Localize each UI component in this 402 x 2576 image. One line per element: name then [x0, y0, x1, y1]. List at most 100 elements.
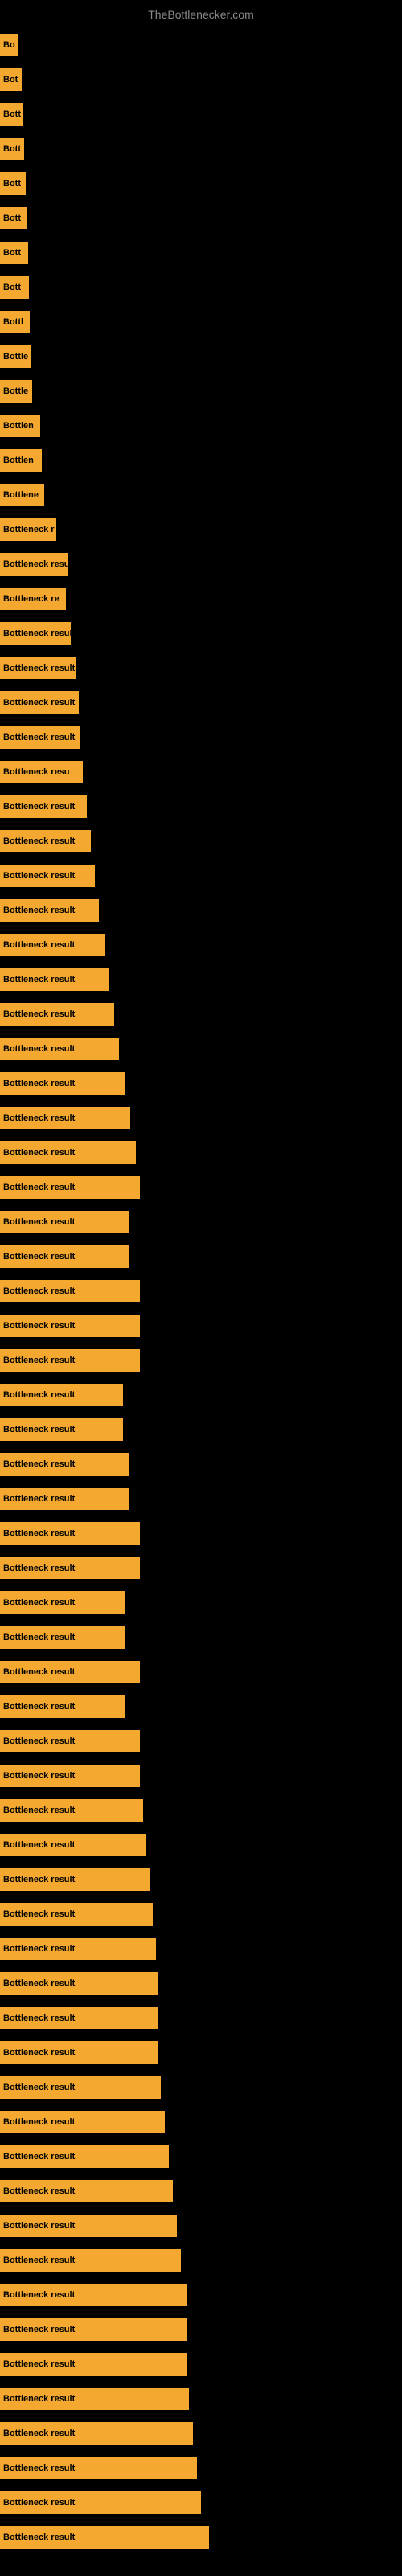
- bar-row: Bottleneck result: [0, 1626, 125, 1649]
- bar-row: Bottleneck result: [0, 2076, 161, 2099]
- bar-row: Bott: [0, 138, 24, 160]
- bar: Bottleneck result: [0, 2318, 187, 2341]
- bar: Bottleneck result: [0, 1315, 140, 1337]
- bar-row: Bottleneck result: [0, 1488, 129, 1510]
- bar: Bottleneck result: [0, 1280, 140, 1302]
- bar-row: Bottleneck result: [0, 2041, 158, 2064]
- bar: Bottleneck result: [0, 865, 95, 887]
- bar: Bottleneck result: [0, 1384, 123, 1406]
- bar-row: Bottleneck result: [0, 1903, 153, 1926]
- bar-row: Bottleneck result: [0, 1072, 125, 1095]
- bar: Bottleneck result: [0, 2422, 193, 2445]
- bar-row: Bottleneck result: [0, 2491, 201, 2514]
- bar: Bottleneck result: [0, 1211, 129, 1233]
- bar: Bottleneck result: [0, 934, 105, 956]
- bar-row: Bottleneck result: [0, 622, 71, 645]
- bar-row: Bottleneck result: [0, 1280, 140, 1302]
- bar-row: Bottleneck result: [0, 2318, 187, 2341]
- bar-row: Bottlen: [0, 415, 40, 437]
- bar-row: Bottleneck result: [0, 2526, 209, 2549]
- bar: Bottleneck result: [0, 1072, 125, 1095]
- bar-row: Bottleneck result: [0, 1522, 140, 1545]
- bar: Bottleneck result: [0, 691, 79, 714]
- bar: Bottleneck result: [0, 2007, 158, 2029]
- bar-row: Bottleneck result: [0, 726, 80, 749]
- bar: Bottleneck result: [0, 726, 80, 749]
- bar-row: Bottle: [0, 380, 32, 402]
- bar-row: Bottl: [0, 311, 30, 333]
- bar-row: Bottleneck result: [0, 2145, 169, 2168]
- bar: Bottleneck result: [0, 1868, 150, 1891]
- bar-row: Bottleneck result: [0, 1038, 119, 1060]
- bar: Bottleneck result: [0, 899, 99, 922]
- bar: Bott: [0, 103, 23, 126]
- bar-row: Bottleneck result: [0, 1176, 140, 1199]
- bar: Bottleneck result: [0, 1453, 129, 1476]
- bar-row: Bottleneck result: [0, 1868, 150, 1891]
- bar: Bottleneck result: [0, 1903, 153, 1926]
- bar-row: Bottleneck result: [0, 2111, 165, 2133]
- bar: Bottleneck result: [0, 1972, 158, 1995]
- bar-row: Bottleneck result: [0, 1453, 129, 1476]
- bar: Bottleneck result: [0, 2145, 169, 2168]
- bar-row: Bottlen: [0, 449, 42, 472]
- bar-row: Bottleneck result: [0, 1695, 125, 1718]
- bar: Bottleneck result: [0, 1834, 146, 1856]
- bar: Bottle: [0, 345, 31, 368]
- chart-container: BoBotBottBottBottBottBottBottBottlBottle…: [0, 16, 402, 2576]
- bar: Bottle: [0, 380, 32, 402]
- bar-row: Bottleneck result: [0, 2457, 197, 2479]
- bar: Bottleneck result: [0, 2526, 209, 2549]
- bar: Bottleneck result: [0, 1557, 140, 1579]
- bar: Bottleneck result: [0, 1695, 125, 1718]
- bar-row: Bottleneck result: [0, 1245, 129, 1268]
- bar: Bottlene: [0, 484, 44, 506]
- bar-row: Bottleneck result: [0, 865, 95, 887]
- bar-row: Bottleneck result: [0, 2215, 177, 2237]
- bar: Bottleneck r: [0, 518, 56, 541]
- bar-row: Bottleneck result: [0, 1557, 140, 1579]
- bar-row: Bottleneck result: [0, 553, 68, 576]
- bar: Bottleneck result: [0, 2491, 201, 2514]
- bar-row: Bott: [0, 172, 26, 195]
- bar-row: Bottleneck result: [0, 1799, 143, 1822]
- bar: Bottleneck result: [0, 1661, 140, 1683]
- bar: Bottleneck result: [0, 1176, 140, 1199]
- bar: Bottleneck result: [0, 1141, 136, 1164]
- bar: Bottleneck result: [0, 1938, 156, 1960]
- bar-row: Bottleneck result: [0, 1418, 123, 1441]
- bar: Bottleneck result: [0, 1591, 125, 1614]
- bar-row: Bottleneck result: [0, 899, 99, 922]
- bar: Bottleneck result: [0, 2388, 189, 2410]
- bar: Bott: [0, 138, 24, 160]
- bar: Bottleneck result: [0, 2180, 173, 2202]
- bar-row: Bottleneck result: [0, 1384, 123, 1406]
- bar: Bottleneck result: [0, 1245, 129, 1268]
- bar: Bottleneck result: [0, 1107, 130, 1129]
- bar: Bottleneck result: [0, 622, 71, 645]
- bar: Bottleneck result: [0, 1038, 119, 1060]
- bar-row: Bottleneck result: [0, 1661, 140, 1683]
- bar-row: Bottleneck result: [0, 2353, 187, 2376]
- bar: Bottleneck result: [0, 2284, 187, 2306]
- bar: Bottleneck result: [0, 830, 91, 852]
- bar: Bot: [0, 68, 22, 91]
- bar-row: Bottleneck result: [0, 1211, 129, 1233]
- bar-row: Bottleneck result: [0, 1972, 158, 1995]
- bar: Bo: [0, 34, 18, 56]
- bar-row: Bottleneck resu: [0, 761, 83, 783]
- bar-row: Bottleneck result: [0, 2388, 189, 2410]
- bar: Bottleneck result: [0, 795, 87, 818]
- bar-row: Bottleneck result: [0, 1765, 140, 1787]
- bar: Bott: [0, 242, 28, 264]
- bar: Bottleneck result: [0, 2457, 197, 2479]
- bar-row: Bottleneck result: [0, 1938, 156, 1960]
- bar: Bottleneck result: [0, 968, 109, 991]
- bar: Bott: [0, 207, 27, 229]
- bar: Bottleneck result: [0, 657, 76, 679]
- bar: Bottleneck result: [0, 2249, 181, 2272]
- bar: Bottleneck re: [0, 588, 66, 610]
- bar-row: Bottleneck result: [0, 2007, 158, 2029]
- bar-row: Bott: [0, 207, 27, 229]
- bar-row: Bottleneck result: [0, 2422, 193, 2445]
